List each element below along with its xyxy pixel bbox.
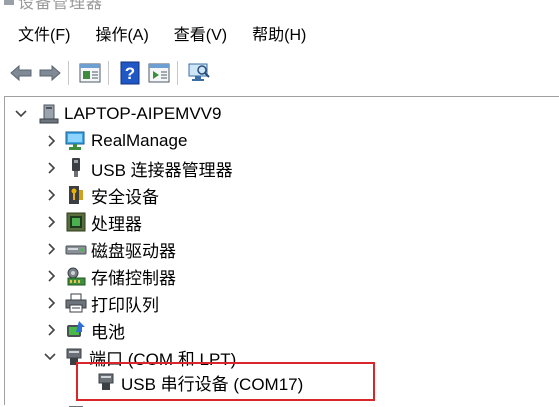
toolbar-separator [108, 61, 109, 85]
tree-item-batteries[interactable]: 电池 [45, 317, 125, 343]
tree-item-label: 处理器 [91, 214, 142, 234]
chevron-right-icon[interactable] [45, 134, 59, 148]
back-arrow-icon [10, 64, 32, 82]
chevron-down-icon[interactable] [14, 107, 28, 121]
security-device-icon [65, 184, 87, 206]
device-tree[interactable]: LAPTOP-AIPEMVV9 RealManage USB 连接器管理器 安全… [4, 96, 559, 407]
back-button[interactable] [8, 60, 34, 86]
chevron-right-icon[interactable] [45, 296, 59, 310]
printer-icon [65, 292, 87, 314]
computer-icon [38, 103, 60, 125]
highlight-box [76, 362, 375, 401]
run-icon [148, 63, 170, 83]
tree-item-security-devices[interactable]: 安全设备 [45, 182, 159, 208]
chevron-right-icon[interactable] [45, 242, 59, 256]
forward-arrow-icon [39, 64, 61, 82]
processor-icon [65, 211, 87, 233]
menu-action[interactable]: 操作(A) [87, 22, 156, 50]
tree-item-label: 存储控制器 [91, 268, 176, 288]
chevron-down-icon[interactable] [43, 350, 57, 364]
help-button[interactable]: ? [117, 60, 143, 86]
scan-hardware-button[interactable] [186, 60, 212, 86]
menu-file[interactable]: 文件(F) [10, 22, 78, 50]
run-button[interactable] [146, 60, 172, 86]
tree-item-label: RealManage [91, 131, 188, 150]
tree-item-processors[interactable]: 处理器 [45, 209, 142, 235]
tree-item-label: 磁盘驱动器 [91, 241, 176, 261]
scan-hardware-icon [188, 63, 210, 81]
chevron-right-icon[interactable] [45, 269, 59, 283]
menu-view[interactable]: 查看(V) [166, 22, 235, 50]
usb-connector-icon [65, 157, 87, 179]
toolbar: ? [0, 54, 559, 92]
tree-item-label: 电池 [91, 322, 125, 342]
toolbar-separator [68, 61, 69, 85]
tree-item-label: 打印队列 [91, 295, 159, 315]
disk-drive-icon [65, 238, 87, 260]
chevron-right-icon[interactable] [45, 323, 59, 337]
tree-item-label: USB 连接器管理器 [91, 160, 233, 180]
tree-item-partial [65, 397, 105, 407]
toolbar-separator [177, 61, 178, 85]
forward-button[interactable] [37, 60, 63, 86]
help-icon: ? [120, 61, 140, 85]
properties-icon [79, 63, 101, 83]
tree-item-disk-drives[interactable]: 磁盘驱动器 [45, 236, 176, 262]
title-bar: 设备管理器 [0, 0, 559, 14]
chevron-right-icon[interactable] [45, 215, 59, 229]
menu-bar: 文件(F) 操作(A) 查看(V) 帮助(H) [0, 20, 559, 52]
device-manager-icon [4, 0, 14, 5]
chevron-right-icon[interactable] [45, 188, 59, 202]
tree-item-usb-connector-manager[interactable]: USB 连接器管理器 [45, 155, 233, 181]
tree-item-label: 安全设备 [91, 187, 159, 207]
battery-icon [65, 319, 87, 341]
window-title: 设备管理器 [18, 0, 104, 12]
tree-root[interactable]: LAPTOP-AIPEMVV9 [14, 101, 221, 127]
svg-text:?: ? [125, 64, 135, 83]
chevron-right-icon[interactable] [45, 161, 59, 175]
menu-help[interactable]: 帮助(H) [244, 22, 314, 50]
tree-item-realmanage[interactable]: RealManage [45, 128, 187, 154]
monitor-network-icon [65, 130, 87, 152]
tree-item-print-queues[interactable]: 打印队列 [45, 290, 159, 316]
tree-item-storage-controllers[interactable]: 存储控制器 [45, 263, 176, 289]
root-label: LAPTOP-AIPEMVV9 [64, 104, 222, 123]
properties-button[interactable] [77, 60, 103, 86]
storage-controller-icon [65, 265, 87, 287]
